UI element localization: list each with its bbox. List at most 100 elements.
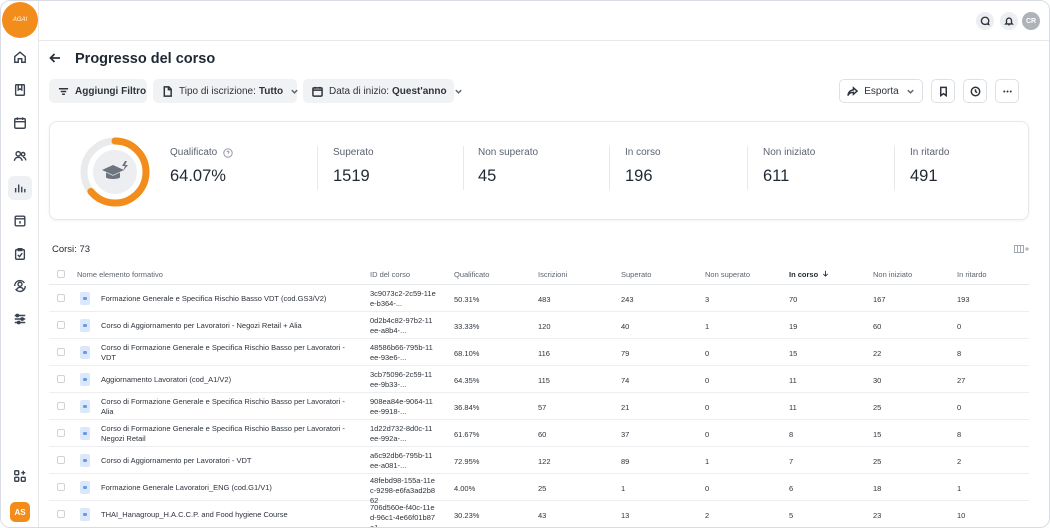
cell-not-started: 25 xyxy=(873,457,882,466)
calendar-icon[interactable] xyxy=(8,111,32,135)
info-icon[interactable] xyxy=(223,147,233,158)
course-id: a6c92db6-795b-11ee-a081-... xyxy=(370,451,433,470)
table-row[interactable]: Corso di Aggiornamento per Lavoratori - … xyxy=(49,312,1029,339)
column-header-sorted[interactable]: In corso xyxy=(789,270,829,279)
cell-in-progress: 7 xyxy=(789,457,794,466)
row-checkbox[interactable] xyxy=(57,429,65,437)
enrollment-type-value: Tutto xyxy=(258,85,284,97)
calendar-day-icon[interactable] xyxy=(8,209,32,233)
course-file-icon xyxy=(80,346,90,359)
home-icon[interactable] xyxy=(8,45,32,69)
brand-logo[interactable]: AGAI xyxy=(2,2,38,38)
column-header[interactable]: Non iniziato xyxy=(873,270,912,279)
course-id: 908ea84e-9064-11ee-9918-... xyxy=(370,397,433,416)
add-filter-button[interactable]: Aggiungi Filtro xyxy=(49,79,147,103)
course-name[interactable]: Corso di Formazione Generale e Specifica… xyxy=(101,424,351,444)
user-sync-icon[interactable] xyxy=(8,274,32,298)
cell-in-progress: 15 xyxy=(789,349,798,358)
cell-failed: 1 xyxy=(705,322,710,331)
table-row[interactable]: Corso di Formazione Generale e Specifica… xyxy=(49,339,1029,366)
user-avatar[interactable]: AS xyxy=(10,502,30,522)
cell-qualified: 72.95% xyxy=(454,457,480,466)
cell-passed: 243 xyxy=(621,295,634,304)
row-checkbox[interactable] xyxy=(57,402,65,410)
course-name[interactable]: Formazione Generale e Specifica Rischio … xyxy=(101,294,351,304)
column-header[interactable]: Qualificato xyxy=(454,270,489,279)
row-checkbox[interactable] xyxy=(57,483,65,491)
column-header[interactable]: Non superato xyxy=(705,270,750,279)
row-checkbox[interactable] xyxy=(57,348,65,356)
chat-icon[interactable] xyxy=(976,12,994,30)
chevron-down-icon xyxy=(907,89,914,94)
cell-failed: 2 xyxy=(705,511,710,520)
cell-passed: 37 xyxy=(621,430,630,439)
course-file-icon xyxy=(80,427,90,440)
divider xyxy=(609,146,610,190)
column-header[interactable]: Superato xyxy=(621,270,651,279)
column-settings-icon[interactable] xyxy=(1014,244,1030,254)
cell-late: 2 xyxy=(957,457,962,466)
column-header[interactable]: Nome elemento formativo xyxy=(77,270,163,279)
clipboard-check-icon[interactable] xyxy=(8,242,32,266)
course-name[interactable]: Formazione Generale Lavoratori_ENG (cod.… xyxy=(101,483,351,493)
table-row[interactable]: Corso di Formazione Generale e Specifica… xyxy=(49,420,1029,447)
stat-not-started-label: Non iniziato xyxy=(763,147,816,158)
table-row[interactable]: THAI_Hanagroup_H.A.C.C.P. and Food hygie… xyxy=(49,501,1029,527)
sliders-icon[interactable] xyxy=(8,307,32,331)
more-options-button[interactable] xyxy=(995,79,1019,103)
analytics-icon[interactable] xyxy=(8,176,32,200)
row-checkbox[interactable] xyxy=(57,375,65,383)
course-name[interactable]: Aggiornamento Lavoratori (cod_A1/V2) xyxy=(101,375,351,385)
history-button[interactable] xyxy=(963,79,987,103)
row-checkbox[interactable] xyxy=(57,456,65,464)
cell-failed: 3 xyxy=(705,295,710,304)
users-icon[interactable] xyxy=(8,144,32,168)
cell-passed: 21 xyxy=(621,403,630,412)
row-checkbox[interactable] xyxy=(57,321,65,329)
cell-late: 8 xyxy=(957,430,962,439)
cell-late: 27 xyxy=(957,376,966,385)
account-avatar[interactable]: CR xyxy=(1022,12,1040,30)
column-header[interactable]: Iscrizioni xyxy=(538,270,567,279)
sorted-column-label: In corso xyxy=(789,270,819,279)
stat-failed-value: 45 xyxy=(478,167,497,185)
stat-failed: Non superato 45 xyxy=(478,147,538,186)
course-name[interactable]: THAI_Hanagroup_H.A.C.C.P. and Food hygie… xyxy=(101,510,351,520)
export-button[interactable]: Esporta xyxy=(839,79,923,103)
cell-in-progress: 11 xyxy=(789,403,797,412)
start-date-dropdown[interactable]: Data di inizio: Quest'anno xyxy=(303,79,462,103)
apps-add-icon[interactable] xyxy=(8,464,32,488)
cell-failed: 1 xyxy=(705,457,710,466)
cell-qualified: 50.31% xyxy=(454,295,480,304)
bookmark-button[interactable] xyxy=(931,79,955,103)
back-arrow-icon[interactable] xyxy=(49,51,65,67)
stat-late-value: 491 xyxy=(910,167,938,185)
add-filter-label: Aggiungi Filtro xyxy=(75,85,147,97)
course-name[interactable]: Corso di Aggiornamento per Lavoratori - … xyxy=(101,321,351,331)
course-id: 0d2b4c82-97b2-11ee-a8b4-... xyxy=(370,316,433,335)
column-header[interactable]: ID del corso xyxy=(370,270,410,279)
cell-late: 0 xyxy=(957,322,962,331)
book-icon[interactable] xyxy=(8,78,32,102)
row-checkbox[interactable] xyxy=(57,294,65,302)
row-checkbox[interactable] xyxy=(57,510,65,518)
share-arrow-icon xyxy=(847,85,859,96)
course-name[interactable]: Corso di Aggiornamento per Lavoratori - … xyxy=(101,456,351,466)
bell-icon[interactable] xyxy=(1000,12,1018,30)
table-row[interactable]: Corso di Aggiornamento per Lavoratori - … xyxy=(49,447,1029,474)
table-row[interactable]: Aggiornamento Lavoratori (cod_A1/V2) 3cb7… xyxy=(49,366,1029,393)
calendar-small-icon xyxy=(312,86,323,97)
course-name[interactable]: Corso di Formazione Generale e Specifica… xyxy=(101,397,351,417)
select-all-checkbox[interactable] xyxy=(57,270,65,278)
course-id: 48586b66-795b-11ee-93e6-... xyxy=(370,343,433,362)
enrollment-type-dropdown[interactable]: Tipo di iscrizione: Tutto xyxy=(153,79,298,103)
table-row[interactable]: Corso di Formazione Generale e Specifica… xyxy=(49,393,1029,420)
table-row[interactable]: Formazione Generale Lavoratori_ENG (cod.… xyxy=(49,474,1029,505)
table-row[interactable]: Formazione Generale e Specifica Rischio … xyxy=(49,285,1029,312)
course-name[interactable]: Corso di Formazione Generale e Specifica… xyxy=(101,343,351,363)
course-file-icon xyxy=(80,373,90,386)
cell-late: 8 xyxy=(957,349,962,358)
cell-passed: 74 xyxy=(621,376,630,385)
column-header[interactable]: In ritardo xyxy=(957,270,987,279)
stat-not-started: Non iniziato 611 xyxy=(763,147,815,186)
